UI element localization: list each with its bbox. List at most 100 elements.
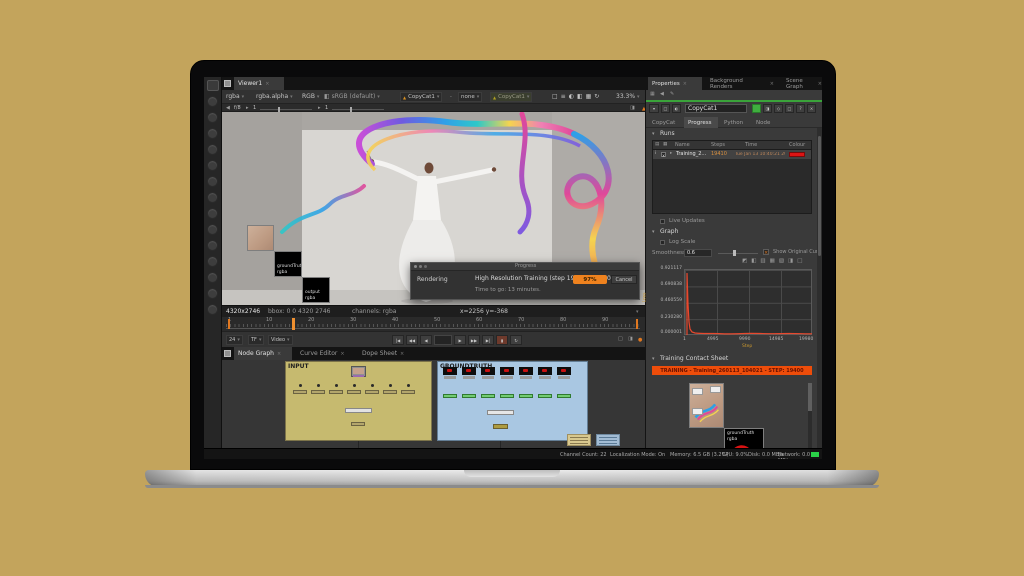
float-button[interactable]: □: [785, 104, 794, 113]
loop-button[interactable]: ↻: [510, 335, 522, 345]
toolbar-3d-icon[interactable]: [207, 240, 218, 251]
gain-left-icon[interactable]: ◀: [226, 106, 230, 111]
dot-node[interactable]: [353, 384, 356, 387]
close-icon[interactable]: ×: [265, 81, 269, 87]
read-node-gt[interactable]: [462, 367, 476, 379]
export-icon[interactable]: □: [797, 258, 806, 264]
tab-progress[interactable]: Progress: [684, 117, 718, 128]
toolbar-time-icon[interactable]: [207, 128, 218, 139]
toolbar-channel-icon[interactable]: [207, 144, 218, 155]
shuffle-node[interactable]: [500, 394, 514, 398]
refresh-icon[interactable]: ↻: [594, 93, 602, 100]
help-button[interactable]: ?: [796, 104, 805, 113]
crop-node[interactable]: [329, 390, 343, 394]
appendclip-node-gt[interactable]: [487, 410, 514, 415]
tab-dope-sheet[interactable]: Dope Sheet×: [358, 347, 412, 360]
timeline[interactable]: 1 10 20 30 40 50 60 70 80 90: [222, 317, 645, 331]
tab-curve-editor[interactable]: Curve Editor×: [296, 347, 354, 360]
tab-node-graph[interactable]: Node Graph×: [234, 347, 292, 360]
layer-dropdown[interactable]: rgba ▾: [226, 94, 244, 100]
grid-icon[interactable]: ▦: [586, 93, 595, 100]
crop-node[interactable]: [365, 390, 379, 394]
record-range-button[interactable]: ▮: [496, 335, 508, 345]
gamma-value[interactable]: 1: [325, 106, 328, 111]
zoom-dropdown[interactable]: 33.3% ▾: [616, 94, 640, 100]
graph-disclosure-icon[interactable]: ▾: [652, 230, 655, 235]
frame-lock-icon[interactable]: ◨: [628, 337, 633, 342]
snapshot-icon[interactable]: ◨: [788, 258, 797, 264]
viewer-viewport[interactable]: groundTruth rgba output rgba groundTruth…: [222, 112, 645, 305]
input-b-dropdown[interactable]: ▲ CopyCat1▾: [490, 92, 532, 102]
contact-disclosure-icon[interactable]: ▾: [652, 357, 655, 362]
crop-node[interactable]: [347, 390, 361, 394]
toolbar-draw-icon[interactable]: [207, 112, 218, 123]
node-name-field[interactable]: CopyCat1: [685, 104, 747, 113]
live-render-button[interactable]: [752, 104, 761, 113]
wipe-dropdown[interactable]: none▾: [458, 92, 482, 102]
frame-first-button[interactable]: |◀: [392, 335, 404, 345]
cancel-button[interactable]: Cancel: [611, 275, 637, 284]
shuffle-node[interactable]: [443, 394, 457, 398]
crop-node[interactable]: [383, 390, 397, 394]
gain-right-icon[interactable]: ▸: [246, 106, 249, 111]
dot-node[interactable]: [407, 384, 410, 387]
contact-sheet-node[interactable]: [596, 434, 620, 446]
crop-node[interactable]: [311, 390, 325, 394]
input-a-dropdown[interactable]: ▲ CopyCat1▾: [400, 92, 442, 102]
window-minimize-icon[interactable]: [419, 265, 422, 268]
smoothness-slider-handle[interactable]: [733, 250, 736, 256]
mask-icon[interactable]: ◧: [577, 93, 586, 100]
fit-icon[interactable]: ▦: [770, 258, 779, 264]
smoothness-slider[interactable]: [718, 253, 758, 254]
lock-range-icon[interactable]: □: [618, 337, 623, 342]
fps-dropdown[interactable]: 24▾: [226, 335, 243, 345]
shuffle-node[interactable]: [557, 394, 571, 398]
node-color-button[interactable]: □: [661, 104, 670, 113]
loss-plot[interactable]: [684, 269, 812, 335]
pane-grid-icon[interactable]: ▦: [650, 92, 655, 97]
pane-icon[interactable]: [224, 80, 231, 87]
playhead[interactable]: [292, 318, 295, 330]
show-original-checkbox[interactable]: ×: [763, 249, 769, 255]
toolbar-transform-icon[interactable]: [207, 224, 218, 235]
play-backward-button[interactable]: ◀: [420, 335, 432, 345]
dot-node[interactable]: [371, 384, 374, 387]
shuffle-node[interactable]: [481, 394, 495, 398]
dot-node[interactable]: [317, 384, 320, 387]
read-node-gt[interactable]: [500, 367, 514, 379]
read-node-gt[interactable]: [519, 367, 533, 379]
live-updates-checkbox[interactable]: [660, 219, 665, 224]
tab-properties[interactable]: Properties×: [648, 77, 702, 90]
pan-icon[interactable]: ▥: [760, 258, 769, 264]
postage-node[interactable]: [351, 422, 365, 426]
sync-icon[interactable]: ●: [638, 337, 642, 343]
crop-node[interactable]: [401, 390, 415, 394]
tab-python[interactable]: Python: [720, 117, 750, 128]
shuffle-node[interactable]: [538, 394, 552, 398]
roi-icon[interactable]: ◨: [630, 106, 635, 111]
play-button[interactable]: ▶: [454, 335, 466, 345]
runs-disclosure-icon[interactable]: ▾: [652, 132, 655, 137]
toolbar-deep-icon[interactable]: [207, 272, 218, 283]
rewind-button[interactable]: ◀◀: [406, 335, 418, 345]
alpha-dropdown[interactable]: rgba.alpha ▾: [256, 94, 293, 100]
gamma-slider[interactable]: [332, 109, 384, 110]
tab-copycat[interactable]: CopyCat: [648, 117, 682, 128]
shuffle-node[interactable]: [462, 394, 476, 398]
appendclip-node-input[interactable]: [345, 408, 372, 413]
window-zoom-icon[interactable]: [424, 265, 427, 268]
toolbar-image-icon[interactable]: [207, 96, 218, 107]
read-node-gt[interactable]: [557, 367, 571, 379]
gamma-right-icon[interactable]: ▸: [318, 106, 321, 111]
frame-last-button[interactable]: ▶|: [482, 335, 494, 345]
video-dropdown[interactable]: Video▾: [268, 335, 293, 345]
tf-dropdown[interactable]: TF▾: [248, 335, 264, 345]
range-end-marker[interactable]: [636, 319, 638, 329]
dot-node[interactable]: [335, 384, 338, 387]
range-start-marker[interactable]: [228, 319, 230, 329]
close-panel-button[interactable]: ×: [807, 104, 816, 113]
shuffle-node[interactable]: [519, 394, 533, 398]
properties-scrollbar-thumb[interactable]: [818, 136, 821, 256]
viewer-process-dropdown[interactable]: ◧ sRGB (default) ▾: [324, 94, 380, 100]
toolbar-color-icon[interactable]: [207, 160, 218, 171]
